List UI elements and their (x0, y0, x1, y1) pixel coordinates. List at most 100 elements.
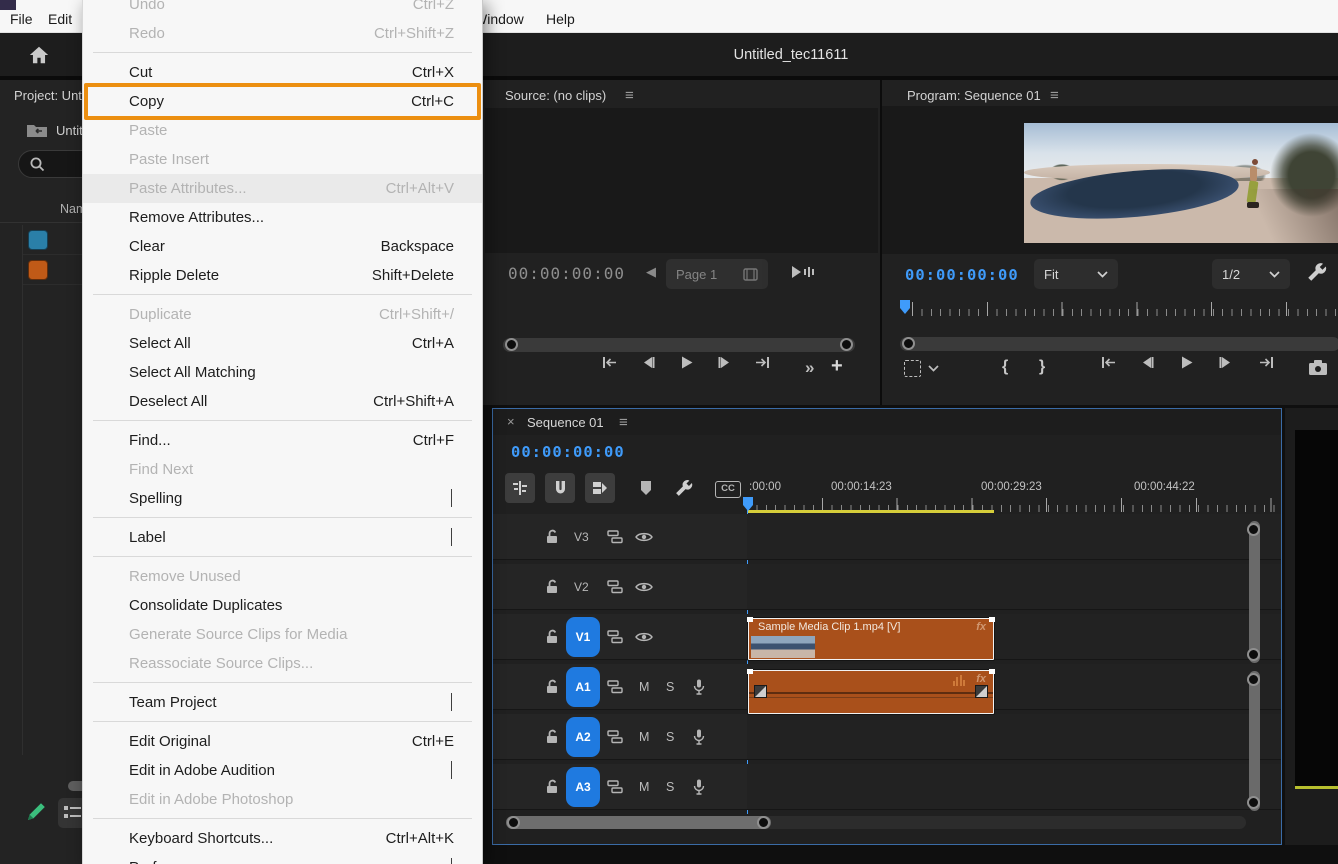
menu-item-consolidate-duplicates[interactable]: Consolidate Duplicates (83, 591, 482, 620)
settings-wrench-icon[interactable] (1307, 262, 1327, 282)
track-lock-icon[interactable] (545, 529, 560, 545)
menu-item-cut[interactable]: CutCtrl+X (83, 58, 482, 87)
scroll-handle-top[interactable] (1247, 673, 1260, 686)
sync-lock-icon[interactable] (607, 580, 623, 594)
zoom-fit-dropdown[interactable]: Fit (1034, 259, 1118, 289)
menu-item-find-next[interactable]: Find Next (83, 455, 482, 484)
page-prev-arrow-icon[interactable]: ◀ (646, 264, 656, 280)
scroll-handle-top[interactable] (1247, 523, 1260, 536)
safe-margins-icon[interactable] (904, 360, 921, 377)
menu-item-paste-attributes[interactable]: Paste Attributes...Ctrl+Alt+V (83, 174, 482, 203)
track-lane-a3[interactable] (747, 764, 1281, 810)
label-swatch-blue[interactable] (28, 230, 48, 250)
menu-item-duplicate[interactable]: DuplicateCtrl+Shift+/ (83, 300, 482, 329)
source-zoom-scrollbar[interactable] (503, 338, 855, 352)
menu-help[interactable]: Help (546, 11, 575, 27)
panel-menu-icon[interactable]: ≡ (1050, 87, 1059, 104)
menu-edit[interactable]: Edit (48, 11, 72, 27)
label-swatch-orange[interactable] (28, 260, 48, 280)
menu-item-select-all[interactable]: Select AllCtrl+A (83, 329, 482, 358)
home-icon[interactable] (28, 44, 50, 66)
video-tracks-scrollbar[interactable] (1249, 521, 1260, 663)
menu-item-find[interactable]: Find...Ctrl+F (83, 426, 482, 455)
menu-item-edit-original[interactable]: Edit OriginalCtrl+E (83, 727, 482, 756)
track-target-button-v1[interactable]: V1 (566, 617, 600, 657)
go-to-in-icon[interactable] (601, 355, 617, 370)
menu-item-redo[interactable]: RedoCtrl+Shift+Z (83, 19, 482, 48)
close-tab-icon[interactable]: × (507, 414, 515, 429)
scroll-handle-left[interactable] (505, 338, 518, 351)
menu-item-edit-in-adobe-audition[interactable]: Edit in Adobe Audition (83, 756, 482, 785)
go-to-out-icon[interactable] (755, 355, 771, 370)
timeline-settings-wrench-icon[interactable] (675, 479, 693, 497)
nest-sequences-button[interactable] (505, 473, 535, 503)
menu-item-paste[interactable]: Paste (83, 116, 482, 145)
timeline-video-clip[interactable]: Sample Media Clip 1.mp4 [V] fx (748, 618, 994, 660)
zoom-handle-left[interactable] (507, 816, 520, 829)
program-playhead[interactable] (900, 300, 910, 314)
play-icon[interactable] (1179, 355, 1194, 370)
track-target-button-a3[interactable]: A3 (566, 767, 600, 807)
track-label-v2[interactable]: V2 (574, 580, 589, 594)
mute-button[interactable]: M (639, 730, 649, 744)
sync-lock-icon[interactable] (607, 530, 623, 544)
solo-button[interactable]: S (666, 680, 674, 694)
track-lane-a2[interactable] (747, 714, 1281, 760)
menu-item-team-project[interactable]: Team Project (83, 688, 482, 717)
menu-item-label[interactable]: Label (83, 523, 482, 552)
edit-pencil-icon[interactable] (26, 800, 48, 822)
track-lane-v3[interactable] (747, 514, 1281, 560)
menu-item-copy[interactable]: CopyCtrl+C (83, 87, 482, 116)
more-buttons-icon[interactable]: » (805, 358, 814, 378)
page-selector-dropdown[interactable]: Page 1 (666, 259, 768, 289)
sync-lock-icon[interactable] (607, 780, 623, 794)
zoom-handle-right[interactable] (757, 816, 770, 829)
menu-item-remove-attributes[interactable]: Remove Attributes... (83, 203, 482, 232)
track-output-eye-icon[interactable] (635, 581, 653, 593)
track-output-eye-icon[interactable] (635, 631, 653, 643)
panel-menu-icon[interactable]: ≡ (619, 414, 628, 431)
scroll-handle-bottom[interactable] (1247, 648, 1260, 661)
add-marker-icon[interactable] (639, 480, 653, 496)
timeline-audio-clip[interactable]: fx (748, 670, 994, 714)
bin-folder-icon[interactable] (26, 122, 48, 138)
menu-item-remove-unused[interactable]: Remove Unused (83, 562, 482, 591)
chevron-down-icon[interactable] (928, 365, 939, 372)
audio-gain-line[interactable] (749, 692, 993, 694)
captions-badge[interactable]: CC (715, 481, 741, 498)
panel-menu-icon[interactable]: ≡ (625, 87, 634, 104)
menu-item-preferences[interactable]: Preferences (83, 853, 482, 864)
mute-button[interactable]: M (639, 680, 649, 694)
menu-item-reassociate-source-clips[interactable]: Reassociate Source Clips... (83, 649, 482, 678)
menu-item-generate-source-clips-for-media[interactable]: Generate Source Clips for Media (83, 620, 482, 649)
snap-button[interactable] (545, 473, 575, 503)
scrollbar-thumb[interactable] (506, 816, 771, 829)
go-to-in-icon[interactable] (1100, 355, 1116, 370)
track-lock-icon[interactable] (545, 579, 560, 595)
step-back-icon[interactable] (1140, 355, 1155, 370)
solo-button[interactable]: S (666, 780, 674, 794)
step-back-icon[interactable] (641, 355, 656, 370)
mute-button[interactable]: M (639, 780, 649, 794)
timeline-playhead[interactable] (743, 497, 753, 511)
program-zoom-scrollbar[interactable] (900, 337, 1338, 351)
step-forward-icon[interactable] (1218, 355, 1233, 370)
mark-in-icon[interactable]: { (1002, 358, 1008, 376)
menu-item-keyboard-shortcuts[interactable]: Keyboard Shortcuts...Ctrl+Alt+K (83, 824, 482, 853)
export-frame-icon[interactable] (1308, 359, 1328, 377)
play-icon[interactable] (679, 355, 694, 370)
menu-item-deselect-all[interactable]: Deselect AllCtrl+Shift+A (83, 387, 482, 416)
sequence-tab[interactable]: Sequence 01 (527, 415, 604, 430)
menu-item-undo[interactable]: UndoCtrl+Z (83, 0, 482, 19)
sync-lock-icon[interactable] (607, 680, 623, 694)
solo-button[interactable]: S (666, 730, 674, 744)
track-lock-icon[interactable] (545, 679, 560, 695)
menu-item-spelling[interactable]: Spelling (83, 484, 482, 513)
fade-handle-right[interactable] (975, 685, 988, 698)
sync-lock-icon[interactable] (607, 730, 623, 744)
go-to-out-icon[interactable] (1259, 355, 1275, 370)
linked-selection-button[interactable] (585, 473, 615, 503)
playback-resolution-dropdown[interactable]: 1/2 (1212, 259, 1290, 289)
track-target-button-a1[interactable]: A1 (566, 667, 600, 707)
track-output-eye-icon[interactable] (635, 531, 653, 543)
